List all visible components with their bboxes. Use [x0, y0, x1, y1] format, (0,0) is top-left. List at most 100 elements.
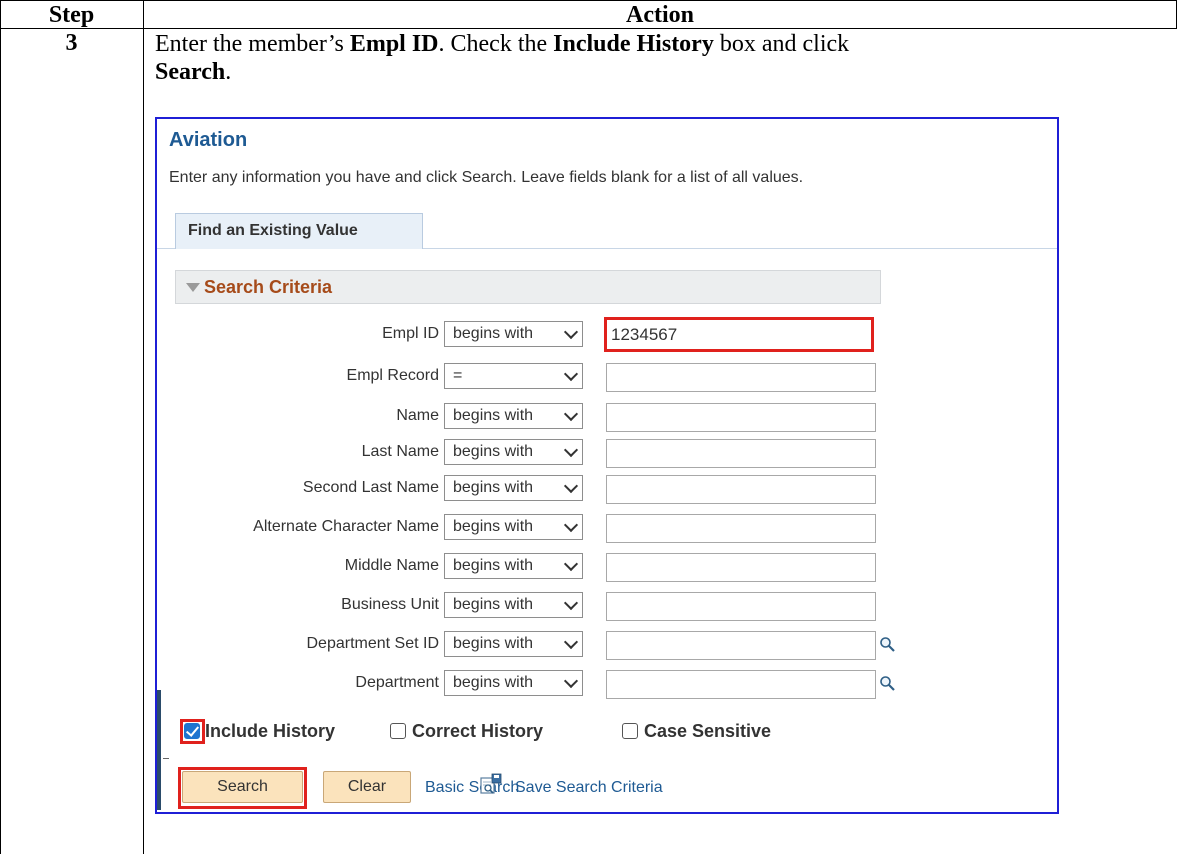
operator-value: begins with: [453, 596, 534, 613]
table-top-border: [0, 0, 1177, 1]
operator-value: begins with: [453, 407, 534, 424]
last-name-input[interactable]: [606, 439, 876, 468]
magnifier-icon[interactable]: [879, 636, 895, 652]
search-button[interactable]: Search: [182, 771, 303, 803]
search-instructions: Enter any information you have and click…: [169, 169, 804, 186]
table-column-divider: [143, 0, 144, 854]
field-label: Name: [396, 407, 439, 424]
department-input[interactable]: [606, 670, 876, 699]
criteria-row-empl-record: Empl Record =: [157, 363, 1057, 393]
collapse-triangle-icon[interactable]: [186, 283, 200, 292]
table-left-border: [0, 0, 1, 854]
middle-name-input[interactable]: [606, 553, 876, 582]
instruction-include-history: Include History: [553, 31, 714, 57]
field-label: Business Unit: [341, 596, 439, 613]
field-label: Empl ID: [382, 325, 439, 342]
basic-search-link[interactable]: Basic Search: [425, 779, 519, 797]
operator-value: begins with: [453, 443, 534, 460]
save-search-criteria-link[interactable]: Save Search Criteria: [515, 779, 663, 797]
instruction-search: Search: [155, 59, 226, 85]
operator-select[interactable]: begins with: [444, 592, 583, 618]
tab-bar: Find an Existing Value: [157, 207, 1057, 249]
chevron-down-icon: [563, 406, 579, 422]
field-label: Middle Name: [344, 557, 439, 574]
criteria-row-last-name: Last Name begins with: [157, 439, 1057, 469]
operator-select[interactable]: begins with: [444, 631, 583, 657]
criteria-row-department-set-id: Department Set ID begins with: [157, 631, 1057, 661]
page-left-bar: [157, 690, 161, 810]
operator-select[interactable]: begins with: [444, 553, 583, 579]
operator-select[interactable]: =: [444, 363, 583, 389]
magnifier-icon[interactable]: [879, 675, 895, 691]
save-search-icon[interactable]: [480, 773, 502, 795]
instruction-text-2: . Check the: [438, 31, 554, 57]
operator-value: begins with: [453, 325, 534, 342]
tab-underline-left: [157, 248, 175, 249]
chevron-down-icon: [563, 366, 579, 382]
operator-value: begins with: [453, 635, 534, 652]
correct-history-checkbox[interactable]: [390, 723, 406, 739]
field-label: Department Set ID: [306, 635, 440, 652]
criteria-row-business-unit: Business Unit begins with: [157, 592, 1057, 622]
include-history-checkbox[interactable]: [184, 723, 200, 739]
business-unit-input[interactable]: [606, 592, 876, 621]
operator-select[interactable]: begins with: [444, 439, 583, 465]
field-label: Second Last Name: [302, 479, 439, 496]
criteria-row-name: Name begins with: [157, 403, 1057, 433]
chevron-down-icon: [563, 673, 579, 689]
step-instruction: Enter the member’s Empl ID. Check the In…: [155, 30, 1155, 86]
operator-value: begins with: [453, 557, 534, 574]
operator-select[interactable]: begins with: [444, 670, 583, 696]
criteria-row-alternate-character-name: Alternate Character Name begins with: [157, 514, 1057, 544]
instruction-empl-id: Empl ID: [349, 31, 439, 57]
document-table: Step Action 3 Enter the member’s Empl ID…: [0, 0, 1177, 854]
criteria-row-empl-id: Empl ID begins with 1234567: [157, 317, 1057, 352]
operator-select[interactable]: begins with: [444, 514, 583, 540]
tiny-dash: [163, 758, 169, 759]
instruction-text-4: .: [225, 59, 232, 85]
field-label: Department: [355, 674, 439, 691]
options-row: Include History Correct History Case Sen…: [180, 719, 1057, 749]
step-number: 3: [65, 30, 78, 56]
department-set-id-input[interactable]: [606, 631, 876, 660]
header-action: Action: [626, 2, 694, 28]
operator-select[interactable]: begins with: [444, 475, 583, 501]
tab-find-existing-value[interactable]: Find an Existing Value: [175, 213, 423, 249]
operator-value: begins with: [453, 518, 534, 535]
chevron-down-icon: [563, 595, 579, 611]
case-sensitive-label[interactable]: Case Sensitive: [644, 721, 771, 742]
chevron-down-icon: [563, 478, 579, 494]
empl-id-value: 1234567: [611, 325, 678, 344]
chevron-down-icon: [563, 556, 579, 572]
operator-value: begins with: [453, 674, 534, 691]
criteria-row-middle-name: Middle Name begins with: [157, 553, 1057, 583]
include-history-label[interactable]: Include History: [205, 721, 335, 742]
criteria-row-department: Department begins with: [157, 670, 1057, 700]
chevron-down-icon: [563, 517, 579, 533]
second-last-name-input[interactable]: [606, 475, 876, 504]
search-criteria-label: Search Criteria: [204, 277, 333, 297]
chevron-down-icon: [563, 324, 579, 340]
name-input[interactable]: [606, 403, 876, 432]
operator-select[interactable]: begins with: [444, 403, 583, 429]
case-sensitive-checkbox[interactable]: [622, 723, 638, 739]
field-label: Last Name: [361, 443, 439, 460]
alternate-character-name-input[interactable]: [606, 514, 876, 543]
chevron-down-icon: [563, 442, 579, 458]
empl-id-input[interactable]: 1234567: [604, 317, 874, 352]
field-label: Empl Record: [346, 367, 439, 384]
tab-underline: [423, 248, 1057, 249]
action-buttons: Search Clear Basic Search Save Search Cr…: [178, 767, 1042, 811]
header-step: Step: [48, 2, 95, 28]
instruction-text-3: box and click: [713, 31, 850, 57]
criteria-row-second-last-name: Second Last Name begins with: [157, 475, 1057, 505]
empl-record-input[interactable]: [606, 363, 876, 392]
clear-button[interactable]: Clear: [323, 771, 411, 803]
screenshot-panel: Aviation Enter any information you have …: [155, 117, 1059, 814]
correct-history-label[interactable]: Correct History: [412, 721, 543, 742]
instruction-text-1: Enter the member’s: [155, 31, 350, 57]
search-criteria-header[interactable]: Search Criteria: [175, 270, 881, 304]
page-title: Aviation: [169, 129, 248, 151]
operator-value: begins with: [453, 479, 534, 496]
operator-select[interactable]: begins with: [444, 321, 583, 347]
